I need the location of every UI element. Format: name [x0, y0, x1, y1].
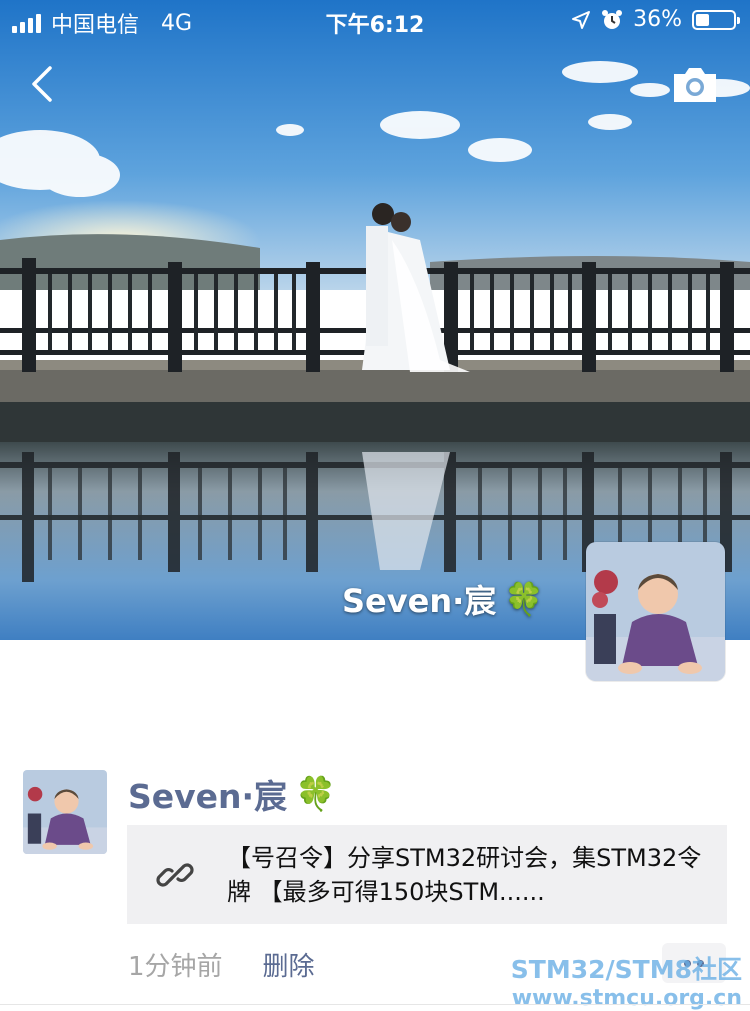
cover-username: Seven·宸 🍀 — [342, 576, 544, 622]
watermark: STM32/STM8社区 www.stmcu.org.cn — [511, 950, 742, 1011]
battery-icon — [692, 9, 740, 30]
divider — [0, 1004, 750, 1005]
status-bar: 中国电信 4G 下午6:12 36% — [0, 0, 750, 42]
clover-emoji: 🍀 — [504, 580, 545, 618]
watermark-line1: STM32/STM8社区 — [510, 955, 742, 984]
link-title: 【号召令】分享STM32研讨会，集STM32令牌 【最多可得150块STM...… — [227, 844, 702, 906]
location-icon — [572, 10, 591, 29]
cover-username-text: Seven·宸 — [342, 582, 497, 620]
profile-avatar[interactable] — [586, 542, 725, 681]
post-username[interactable]: Seven·宸 🍀 — [128, 770, 336, 818]
back-arrow-icon — [32, 66, 52, 102]
shared-link-card[interactable]: 【号召令】分享STM32研讨会，集STM32令牌 【最多可得150块STM...… — [127, 825, 727, 924]
post-avatar-image — [23, 770, 107, 854]
camera-icon — [674, 68, 716, 102]
watermark-line2: www.stmcu.org.cn — [511, 986, 742, 1011]
baby-avatar-image — [586, 542, 725, 681]
post-meta: 1分钟前 删除 — [128, 946, 315, 983]
status-right: 36% — [571, 7, 740, 32]
alarm-icon — [602, 9, 623, 29]
clover-emoji: 🍀 — [295, 774, 337, 813]
camera-button[interactable] — [670, 64, 720, 106]
battery-percent: 36% — [633, 7, 682, 32]
back-button[interactable] — [22, 60, 66, 108]
battery-fill — [696, 13, 709, 26]
delete-button[interactable]: 删除 — [263, 946, 315, 983]
post-avatar[interactable] — [23, 770, 107, 854]
post-username-text: Seven·宸 — [128, 777, 288, 816]
link-icon — [156, 863, 194, 887]
post-time: 1分钟前 — [128, 952, 223, 982]
